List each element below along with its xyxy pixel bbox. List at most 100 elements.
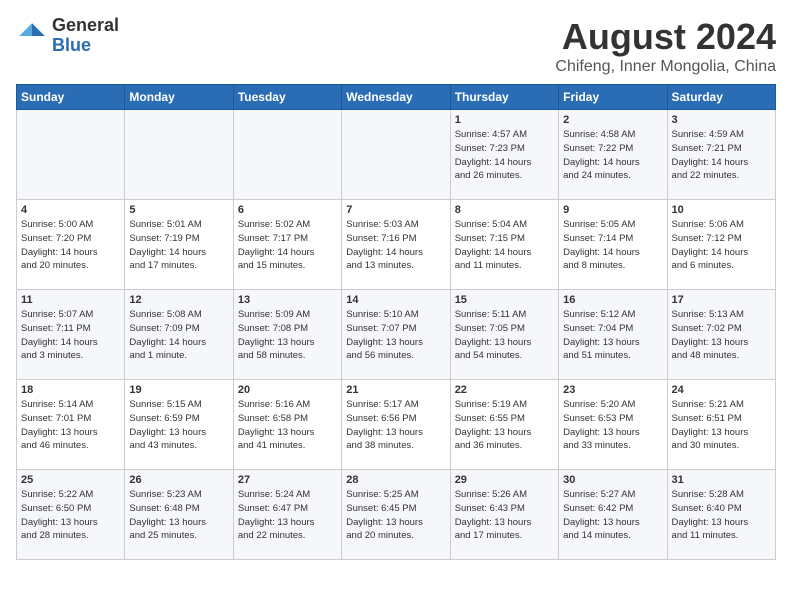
day-number: 5 (129, 204, 228, 216)
day-info: Sunrise: 5:26 AM Sunset: 6:43 PM Dayligh… (455, 488, 554, 543)
calendar-week-3: 11 Sunrise: 5:07 AM Sunset: 7:11 PM Dayli… (17, 290, 776, 380)
header-monday: Monday (125, 85, 233, 110)
day-number: 6 (238, 204, 337, 216)
calendar-cell: 31 Sunrise: 5:28 AM Sunset: 6:40 PM Dayli… (667, 470, 775, 560)
day-info: Sunrise: 5:21 AM Sunset: 6:51 PM Dayligh… (672, 398, 771, 453)
header-saturday: Saturday (667, 85, 775, 110)
calendar-cell: 17 Sunrise: 5:13 AM Sunset: 7:02 PM Dayli… (667, 290, 775, 380)
day-number: 11 (21, 294, 120, 306)
day-number: 24 (672, 384, 771, 396)
day-info: Sunrise: 5:05 AM Sunset: 7:14 PM Dayligh… (563, 218, 662, 273)
calendar-cell: 13 Sunrise: 5:09 AM Sunset: 7:08 PM Dayli… (233, 290, 341, 380)
day-info: Sunrise: 5:08 AM Sunset: 7:09 PM Dayligh… (129, 308, 228, 363)
day-info: Sunrise: 4:59 AM Sunset: 7:21 PM Dayligh… (672, 128, 771, 183)
day-info: Sunrise: 5:04 AM Sunset: 7:15 PM Dayligh… (455, 218, 554, 273)
calendar-cell: 7 Sunrise: 5:03 AM Sunset: 7:16 PM Daylig… (342, 200, 450, 290)
day-info: Sunrise: 5:28 AM Sunset: 6:40 PM Dayligh… (672, 488, 771, 543)
day-number: 29 (455, 474, 554, 486)
day-info: Sunrise: 5:22 AM Sunset: 6:50 PM Dayligh… (21, 488, 120, 543)
day-number: 17 (672, 294, 771, 306)
day-info: Sunrise: 5:12 AM Sunset: 7:04 PM Dayligh… (563, 308, 662, 363)
calendar-cell: 10 Sunrise: 5:06 AM Sunset: 7:12 PM Dayli… (667, 200, 775, 290)
calendar-cell: 26 Sunrise: 5:23 AM Sunset: 6:48 PM Dayli… (125, 470, 233, 560)
calendar-cell: 19 Sunrise: 5:15 AM Sunset: 6:59 PM Dayli… (125, 380, 233, 470)
calendar-week-5: 25 Sunrise: 5:22 AM Sunset: 6:50 PM Dayli… (17, 470, 776, 560)
day-info: Sunrise: 5:23 AM Sunset: 6:48 PM Dayligh… (129, 488, 228, 543)
day-info: Sunrise: 5:06 AM Sunset: 7:12 PM Dayligh… (672, 218, 771, 273)
day-number: 9 (563, 204, 662, 216)
calendar-cell: 3 Sunrise: 4:59 AM Sunset: 7:21 PM Daylig… (667, 110, 775, 200)
day-number: 25 (21, 474, 120, 486)
calendar-cell: 18 Sunrise: 5:14 AM Sunset: 7:01 PM Dayli… (17, 380, 125, 470)
calendar-week-2: 4 Sunrise: 5:00 AM Sunset: 7:20 PM Daylig… (17, 200, 776, 290)
day-number: 23 (563, 384, 662, 396)
day-number: 8 (455, 204, 554, 216)
day-info: Sunrise: 5:15 AM Sunset: 6:59 PM Dayligh… (129, 398, 228, 453)
logo-general: General (52, 16, 119, 36)
calendar-cell: 25 Sunrise: 5:22 AM Sunset: 6:50 PM Dayli… (17, 470, 125, 560)
calendar-cell: 6 Sunrise: 5:02 AM Sunset: 7:17 PM Daylig… (233, 200, 341, 290)
header-wednesday: Wednesday (342, 85, 450, 110)
day-number: 1 (455, 114, 554, 126)
calendar-cell: 2Sunrise: 4:58 AM Sunset: 7:22 PM Daylig… (559, 110, 667, 200)
day-info: Sunrise: 5:27 AM Sunset: 6:42 PM Dayligh… (563, 488, 662, 543)
day-number: 31 (672, 474, 771, 486)
day-number: 13 (238, 294, 337, 306)
calendar-table: SundayMondayTuesdayWednesdayThursdayFrid… (16, 84, 776, 560)
calendar-cell: 8 Sunrise: 5:04 AM Sunset: 7:15 PM Daylig… (450, 200, 558, 290)
day-number: 27 (238, 474, 337, 486)
calendar-week-4: 18 Sunrise: 5:14 AM Sunset: 7:01 PM Dayli… (17, 380, 776, 470)
calendar-cell (342, 110, 450, 200)
calendar-cell: 1 Sunrise: 4:57 AM Sunset: 7:23 PM Daylig… (450, 110, 558, 200)
calendar-cell: 23 Sunrise: 5:20 AM Sunset: 6:53 PM Dayli… (559, 380, 667, 470)
day-number: 12 (129, 294, 228, 306)
calendar-cell: 16 Sunrise: 5:12 AM Sunset: 7:04 PM Dayli… (559, 290, 667, 380)
day-number: 3 (672, 114, 771, 126)
day-number: 16 (563, 294, 662, 306)
logo: General Blue (16, 16, 119, 56)
day-number: 7 (346, 204, 445, 216)
title-block: August 2024 Chifeng, Inner Mongolia, Chi… (555, 16, 776, 76)
day-number: 26 (129, 474, 228, 486)
day-info: Sunrise: 5:16 AM Sunset: 6:58 PM Dayligh… (238, 398, 337, 453)
day-info: Sunrise: 5:24 AM Sunset: 6:47 PM Dayligh… (238, 488, 337, 543)
day-info: Sunrise: 5:03 AM Sunset: 7:16 PM Dayligh… (346, 218, 445, 273)
header-friday: Friday (559, 85, 667, 110)
day-info: Sunrise: 5:20 AM Sunset: 6:53 PM Dayligh… (563, 398, 662, 453)
calendar-cell: 15Sunrise: 5:11 AM Sunset: 7:05 PM Dayli… (450, 290, 558, 380)
header-thursday: Thursday (450, 85, 558, 110)
day-info: Sunrise: 5:10 AM Sunset: 7:07 PM Dayligh… (346, 308, 445, 363)
day-info: Sunrise: 5:09 AM Sunset: 7:08 PM Dayligh… (238, 308, 337, 363)
day-info: Sunrise: 5:01 AM Sunset: 7:19 PM Dayligh… (129, 218, 228, 273)
header-sunday: Sunday (17, 85, 125, 110)
calendar-cell: 27 Sunrise: 5:24 AM Sunset: 6:47 PM Dayli… (233, 470, 341, 560)
day-number: 4 (21, 204, 120, 216)
day-info: Sunrise: 5:13 AM Sunset: 7:02 PM Dayligh… (672, 308, 771, 363)
calendar-cell: 29 Sunrise: 5:26 AM Sunset: 6:43 PM Dayli… (450, 470, 558, 560)
logo-icon (16, 20, 48, 52)
calendar-cell: 22Sunrise: 5:19 AM Sunset: 6:55 PM Dayli… (450, 380, 558, 470)
day-number: 19 (129, 384, 228, 396)
calendar-cell (233, 110, 341, 200)
day-info: Sunrise: 4:57 AM Sunset: 7:23 PM Dayligh… (455, 128, 554, 183)
calendar-cell: 24 Sunrise: 5:21 AM Sunset: 6:51 PM Dayli… (667, 380, 775, 470)
day-info: Sunrise: 5:07 AM Sunset: 7:11 PM Dayligh… (21, 308, 120, 363)
subtitle: Chifeng, Inner Mongolia, China (555, 58, 776, 76)
day-info: Sunrise: 5:17 AM Sunset: 6:56 PM Dayligh… (346, 398, 445, 453)
day-info: Sunrise: 5:14 AM Sunset: 7:01 PM Dayligh… (21, 398, 120, 453)
calendar-cell (17, 110, 125, 200)
day-number: 18 (21, 384, 120, 396)
day-info: Sunrise: 5:02 AM Sunset: 7:17 PM Dayligh… (238, 218, 337, 273)
header-tuesday: Tuesday (233, 85, 341, 110)
day-info: Sunrise: 5:00 AM Sunset: 7:20 PM Dayligh… (21, 218, 120, 273)
month-title: August 2024 (555, 16, 776, 58)
day-number: 20 (238, 384, 337, 396)
calendar-cell: 20 Sunrise: 5:16 AM Sunset: 6:58 PM Dayli… (233, 380, 341, 470)
day-number: 22 (455, 384, 554, 396)
calendar-cell: 14 Sunrise: 5:10 AM Sunset: 7:07 PM Dayli… (342, 290, 450, 380)
day-number: 10 (672, 204, 771, 216)
day-info: Sunrise: 5:25 AM Sunset: 6:45 PM Dayligh… (346, 488, 445, 543)
day-number: 30 (563, 474, 662, 486)
day-number: 14 (346, 294, 445, 306)
page-header: General Blue August 2024 Chifeng, Inner … (16, 16, 776, 76)
